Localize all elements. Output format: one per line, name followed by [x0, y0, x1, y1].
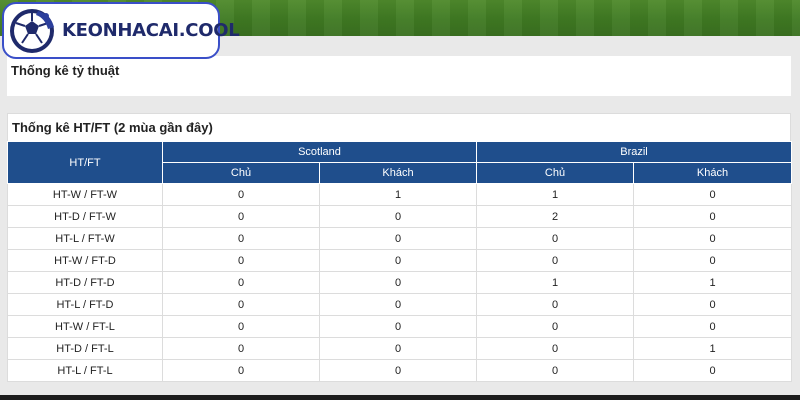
table-cell: 0 [632, 315, 793, 338]
table-cell: 0 [476, 337, 634, 360]
row-label: HT-L / FT-L [7, 359, 163, 382]
htft-stats-panel: Thống kê HT/FT (2 mùa gần đây) HT/FT Sco… [7, 113, 793, 382]
table-cell: 0 [319, 337, 477, 360]
htft-column-header: HT/FT [7, 141, 163, 184]
table-cell: 0 [162, 183, 320, 206]
subheader-home: Chủ [476, 162, 634, 184]
ratio-stats-title: Thống kê tỷ thuật [11, 63, 120, 78]
row-label: HT-W / FT-L [7, 315, 163, 338]
table-cell: 0 [319, 205, 477, 228]
table-cell: 0 [476, 293, 634, 316]
table-cell: 0 [319, 227, 477, 250]
table-cell: 1 [632, 271, 793, 294]
soccer-player-ball-icon [10, 8, 54, 53]
table-cell: 0 [162, 205, 320, 228]
row-label: HT-D / FT-W [7, 205, 163, 228]
subheader-away: Khách [632, 162, 793, 184]
table-cell: 0 [319, 249, 477, 272]
htft-table: HT/FT Scotland Brazil Chủ Khách Chủ Khác… [7, 141, 793, 382]
site-logo[interactable]: KEONHACAI.COOL [2, 2, 240, 59]
row-label: HT-L / FT-W [7, 227, 163, 250]
table-cell: 0 [632, 205, 793, 228]
table-row: HT-D / FT-L 0 0 0 1 [7, 337, 793, 360]
table-cell: 0 [632, 359, 793, 382]
htft-stats-title: Thống kê HT/FT (2 mùa gần đây) [12, 120, 213, 135]
row-label: HT-W / FT-D [7, 249, 163, 272]
table-cell: 1 [476, 183, 634, 206]
table-cell: 0 [162, 249, 320, 272]
table-cell: 1 [319, 183, 477, 206]
table-cell: 0 [162, 359, 320, 382]
table-cell: 0 [476, 249, 634, 272]
row-label: HT-D / FT-D [7, 271, 163, 294]
table-row: HT-D / FT-W 0 0 2 0 [7, 205, 793, 228]
table-row: HT-L / FT-D 0 0 0 0 [7, 293, 793, 316]
table-header-row: HT/FT Scotland Brazil [7, 141, 793, 184]
table-cell: 0 [162, 227, 320, 250]
table-cell: 0 [162, 271, 320, 294]
table-row: HT-W / FT-W 0 1 1 0 [7, 183, 793, 206]
table-cell: 0 [476, 315, 634, 338]
table-cell: 0 [476, 227, 634, 250]
table-row: HT-L / FT-L 0 0 0 0 [7, 359, 793, 382]
team-header-scotland: Scotland [162, 141, 477, 163]
table-row: HT-W / FT-D 0 0 0 0 [7, 249, 793, 272]
table-cell: 0 [319, 293, 477, 316]
row-label: HT-D / FT-L [7, 337, 163, 360]
bottom-strip [0, 395, 800, 400]
subheader-home: Chủ [162, 162, 320, 184]
table-cell: 0 [162, 315, 320, 338]
table-cell: 0 [632, 293, 793, 316]
table-cell: 2 [476, 205, 634, 228]
table-cell: 0 [162, 293, 320, 316]
logo-text: KEONHACAI.COOL [62, 20, 240, 41]
table-row: HT-D / FT-D 0 0 1 1 [7, 271, 793, 294]
table-cell: 1 [476, 271, 634, 294]
team-header-brazil: Brazil [475, 141, 793, 163]
table-row: HT-L / FT-W 0 0 0 0 [7, 227, 793, 250]
table-row: HT-W / FT-L 0 0 0 0 [7, 315, 793, 338]
table-cell: 0 [319, 271, 477, 294]
row-label: HT-L / FT-D [7, 293, 163, 316]
table-cell: 0 [632, 183, 793, 206]
table-cell: 1 [632, 337, 793, 360]
table-cell: 0 [632, 227, 793, 250]
table-cell: 0 [476, 359, 634, 382]
ratio-stats-panel: Thống kê tỷ thuật [7, 56, 791, 96]
table-cell: 0 [319, 359, 477, 382]
page: KEONHACAI.COOL Thống kê tỷ thuật Thống k… [0, 0, 800, 400]
table-cell: 0 [319, 315, 477, 338]
table-cell: 0 [162, 337, 320, 360]
subheader-away: Khách [319, 162, 477, 184]
table-cell: 0 [632, 249, 793, 272]
row-label: HT-W / FT-W [7, 183, 163, 206]
